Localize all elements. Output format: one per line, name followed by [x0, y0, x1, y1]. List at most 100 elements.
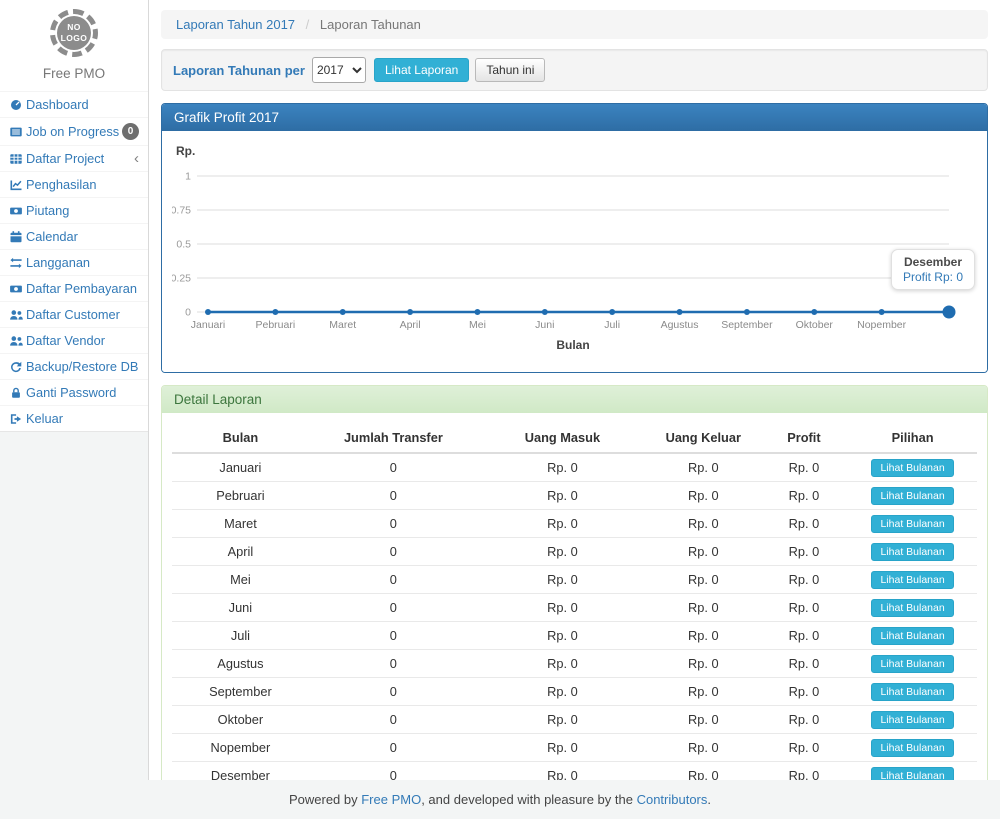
cell-jumlah-transfer: 0	[309, 482, 478, 510]
cell-jumlah-transfer: 0	[309, 566, 478, 594]
svg-text:0.5: 0.5	[176, 239, 191, 251]
sidebar-item-job-on-progress[interactable]: Job on Progress0	[0, 117, 148, 145]
table-row: September0Rp. 0Rp. 0Rp. 0Lihat Bulanan	[172, 678, 977, 706]
lihat-bulanan-button[interactable]: Lihat Bulanan	[871, 683, 953, 701]
chart-line-icon	[9, 178, 26, 192]
cell-pilihan: Lihat Bulanan	[848, 566, 977, 594]
footer-link-freepmo[interactable]: Free PMO	[361, 792, 421, 807]
lihat-bulanan-button[interactable]: Lihat Bulanan	[871, 655, 953, 673]
table-row: Nopember0Rp. 0Rp. 0Rp. 0Lihat Bulanan	[172, 734, 977, 762]
lock-icon	[9, 386, 26, 400]
brand-name: Free PMO	[0, 66, 148, 81]
lihat-laporan-button[interactable]: Lihat Laporan	[374, 58, 469, 82]
cell-profit: Rp. 0	[760, 594, 849, 622]
breadcrumb-link[interactable]: Laporan Tahun 2017	[176, 17, 295, 32]
logo: NO LOGO Free PMO	[0, 0, 148, 91]
footer-text-suffix: .	[707, 792, 711, 807]
filter-label: Laporan Tahunan per	[173, 63, 305, 78]
exchange-icon	[9, 256, 26, 270]
cell-pilihan: Lihat Bulanan	[848, 622, 977, 650]
cell-bulan: Nopember	[172, 734, 309, 762]
cell-jumlah-transfer: 0	[309, 594, 478, 622]
lihat-bulanan-button[interactable]: Lihat Bulanan	[871, 599, 953, 617]
cell-profit: Rp. 0	[760, 622, 849, 650]
cell-bulan: Desember	[172, 762, 309, 781]
cell-uang-masuk: Rp. 0	[478, 706, 647, 734]
cell-bulan: Agustus	[172, 650, 309, 678]
svg-text:Juli: Juli	[604, 319, 620, 331]
svg-text:1: 1	[185, 171, 191, 183]
lihat-bulanan-button[interactable]: Lihat Bulanan	[871, 515, 953, 533]
chart-panel-body: Rp.00.250.50.751JanuariPebruariMaretApri…	[162, 131, 987, 372]
sidebar-item-ganti-password[interactable]: Ganti Password	[0, 379, 148, 405]
sidebar-item-daftar-pembayaran[interactable]: Daftar Pembayaran	[0, 275, 148, 301]
lihat-bulanan-button[interactable]: Lihat Bulanan	[871, 767, 953, 781]
cell-uang-masuk: Rp. 0	[478, 538, 647, 566]
table-icon	[9, 152, 26, 166]
lihat-bulanan-button[interactable]: Lihat Bulanan	[871, 711, 953, 729]
money-icon	[9, 282, 26, 296]
breadcrumb-current: Laporan Tahunan	[320, 17, 421, 32]
cell-uang-keluar: Rp. 0	[647, 566, 760, 594]
sidebar-item-daftar-customer[interactable]: Daftar Customer	[0, 301, 148, 327]
sidebar-item-daftar-project[interactable]: Daftar Project‹	[0, 145, 148, 171]
cell-pilihan: Lihat Bulanan	[848, 678, 977, 706]
cell-profit: Rp. 0	[760, 482, 849, 510]
lihat-bulanan-button[interactable]: Lihat Bulanan	[871, 739, 953, 757]
svg-text:Oktober: Oktober	[796, 319, 834, 331]
cell-profit: Rp. 0	[760, 650, 849, 678]
sidebar-item-label: Ganti Password	[26, 385, 116, 400]
sidebar: NO LOGO Free PMO DashboardJob on Progres…	[0, 0, 148, 780]
sidebar-item-penghasilan[interactable]: Penghasilan	[0, 171, 148, 197]
sidebar-item-label: Backup/Restore DB	[26, 359, 138, 374]
sidebar-item-langganan[interactable]: Langganan	[0, 249, 148, 275]
sidebar-item-dashboard[interactable]: Dashboard	[0, 91, 148, 117]
tahun-ini-button[interactable]: Tahun ini	[475, 58, 545, 82]
svg-text:Pebruari: Pebruari	[256, 319, 296, 331]
footer-link-contributors[interactable]: Contributors	[637, 792, 708, 807]
sidebar-item-backup-restore-db[interactable]: Backup/Restore DB	[0, 353, 148, 379]
report-table-body: Januari0Rp. 0Rp. 0Rp. 0Lihat BulananPebr…	[172, 453, 977, 780]
cell-uang-keluar: Rp. 0	[647, 482, 760, 510]
sidebar-item-label: Daftar Customer	[26, 307, 120, 322]
lihat-bulanan-button[interactable]: Lihat Bulanan	[871, 543, 953, 561]
footer: Powered by Free PMO, and developed with …	[0, 780, 1000, 819]
year-select[interactable]: 2017	[312, 57, 366, 83]
cell-profit: Rp. 0	[760, 566, 849, 594]
lihat-bulanan-button[interactable]: Lihat Bulanan	[871, 459, 953, 477]
svg-text:Nopember: Nopember	[857, 319, 907, 331]
cell-profit: Rp. 0	[760, 678, 849, 706]
cell-uang-masuk: Rp. 0	[478, 734, 647, 762]
sidebar-item-label: Daftar Project	[26, 151, 104, 166]
cell-jumlah-transfer: 0	[309, 453, 478, 482]
cell-uang-keluar: Rp. 0	[647, 678, 760, 706]
cell-bulan: Maret	[172, 510, 309, 538]
sidebar-item-label: Langganan	[26, 255, 90, 270]
calendar-icon	[9, 230, 26, 244]
sidebar-item-piutang[interactable]: Piutang	[0, 197, 148, 223]
svg-text:Rp.: Rp.	[176, 144, 195, 158]
table-row: Juli0Rp. 0Rp. 0Rp. 0Lihat Bulanan	[172, 622, 977, 650]
cell-bulan: Pebruari	[172, 482, 309, 510]
cell-bulan: Juli	[172, 622, 309, 650]
cell-pilihan: Lihat Bulanan	[848, 762, 977, 781]
cell-uang-keluar: Rp. 0	[647, 622, 760, 650]
cell-bulan: September	[172, 678, 309, 706]
cell-profit: Rp. 0	[760, 453, 849, 482]
sidebar-item-daftar-vendor[interactable]: Daftar Vendor	[0, 327, 148, 353]
svg-text:September: September	[721, 319, 773, 331]
profit-chart-svg: Rp.00.250.50.751JanuariPebruariMaretApri…	[172, 141, 978, 357]
cell-profit: Rp. 0	[760, 706, 849, 734]
badge-count: 0	[122, 123, 139, 140]
lihat-bulanan-button[interactable]: Lihat Bulanan	[871, 571, 953, 589]
users-icon	[9, 334, 26, 348]
table-row: Juni0Rp. 0Rp. 0Rp. 0Lihat Bulanan	[172, 594, 977, 622]
svg-text:April: April	[400, 319, 421, 331]
sidebar-item-keluar[interactable]: Keluar	[0, 405, 148, 431]
lihat-bulanan-button[interactable]: Lihat Bulanan	[871, 487, 953, 505]
table-row: Januari0Rp. 0Rp. 0Rp. 0Lihat Bulanan	[172, 453, 977, 482]
sidebar-item-calendar[interactable]: Calendar	[0, 223, 148, 249]
lihat-bulanan-button[interactable]: Lihat Bulanan	[871, 627, 953, 645]
dashboard-icon	[9, 98, 26, 112]
table-row: Pebruari0Rp. 0Rp. 0Rp. 0Lihat Bulanan	[172, 482, 977, 510]
